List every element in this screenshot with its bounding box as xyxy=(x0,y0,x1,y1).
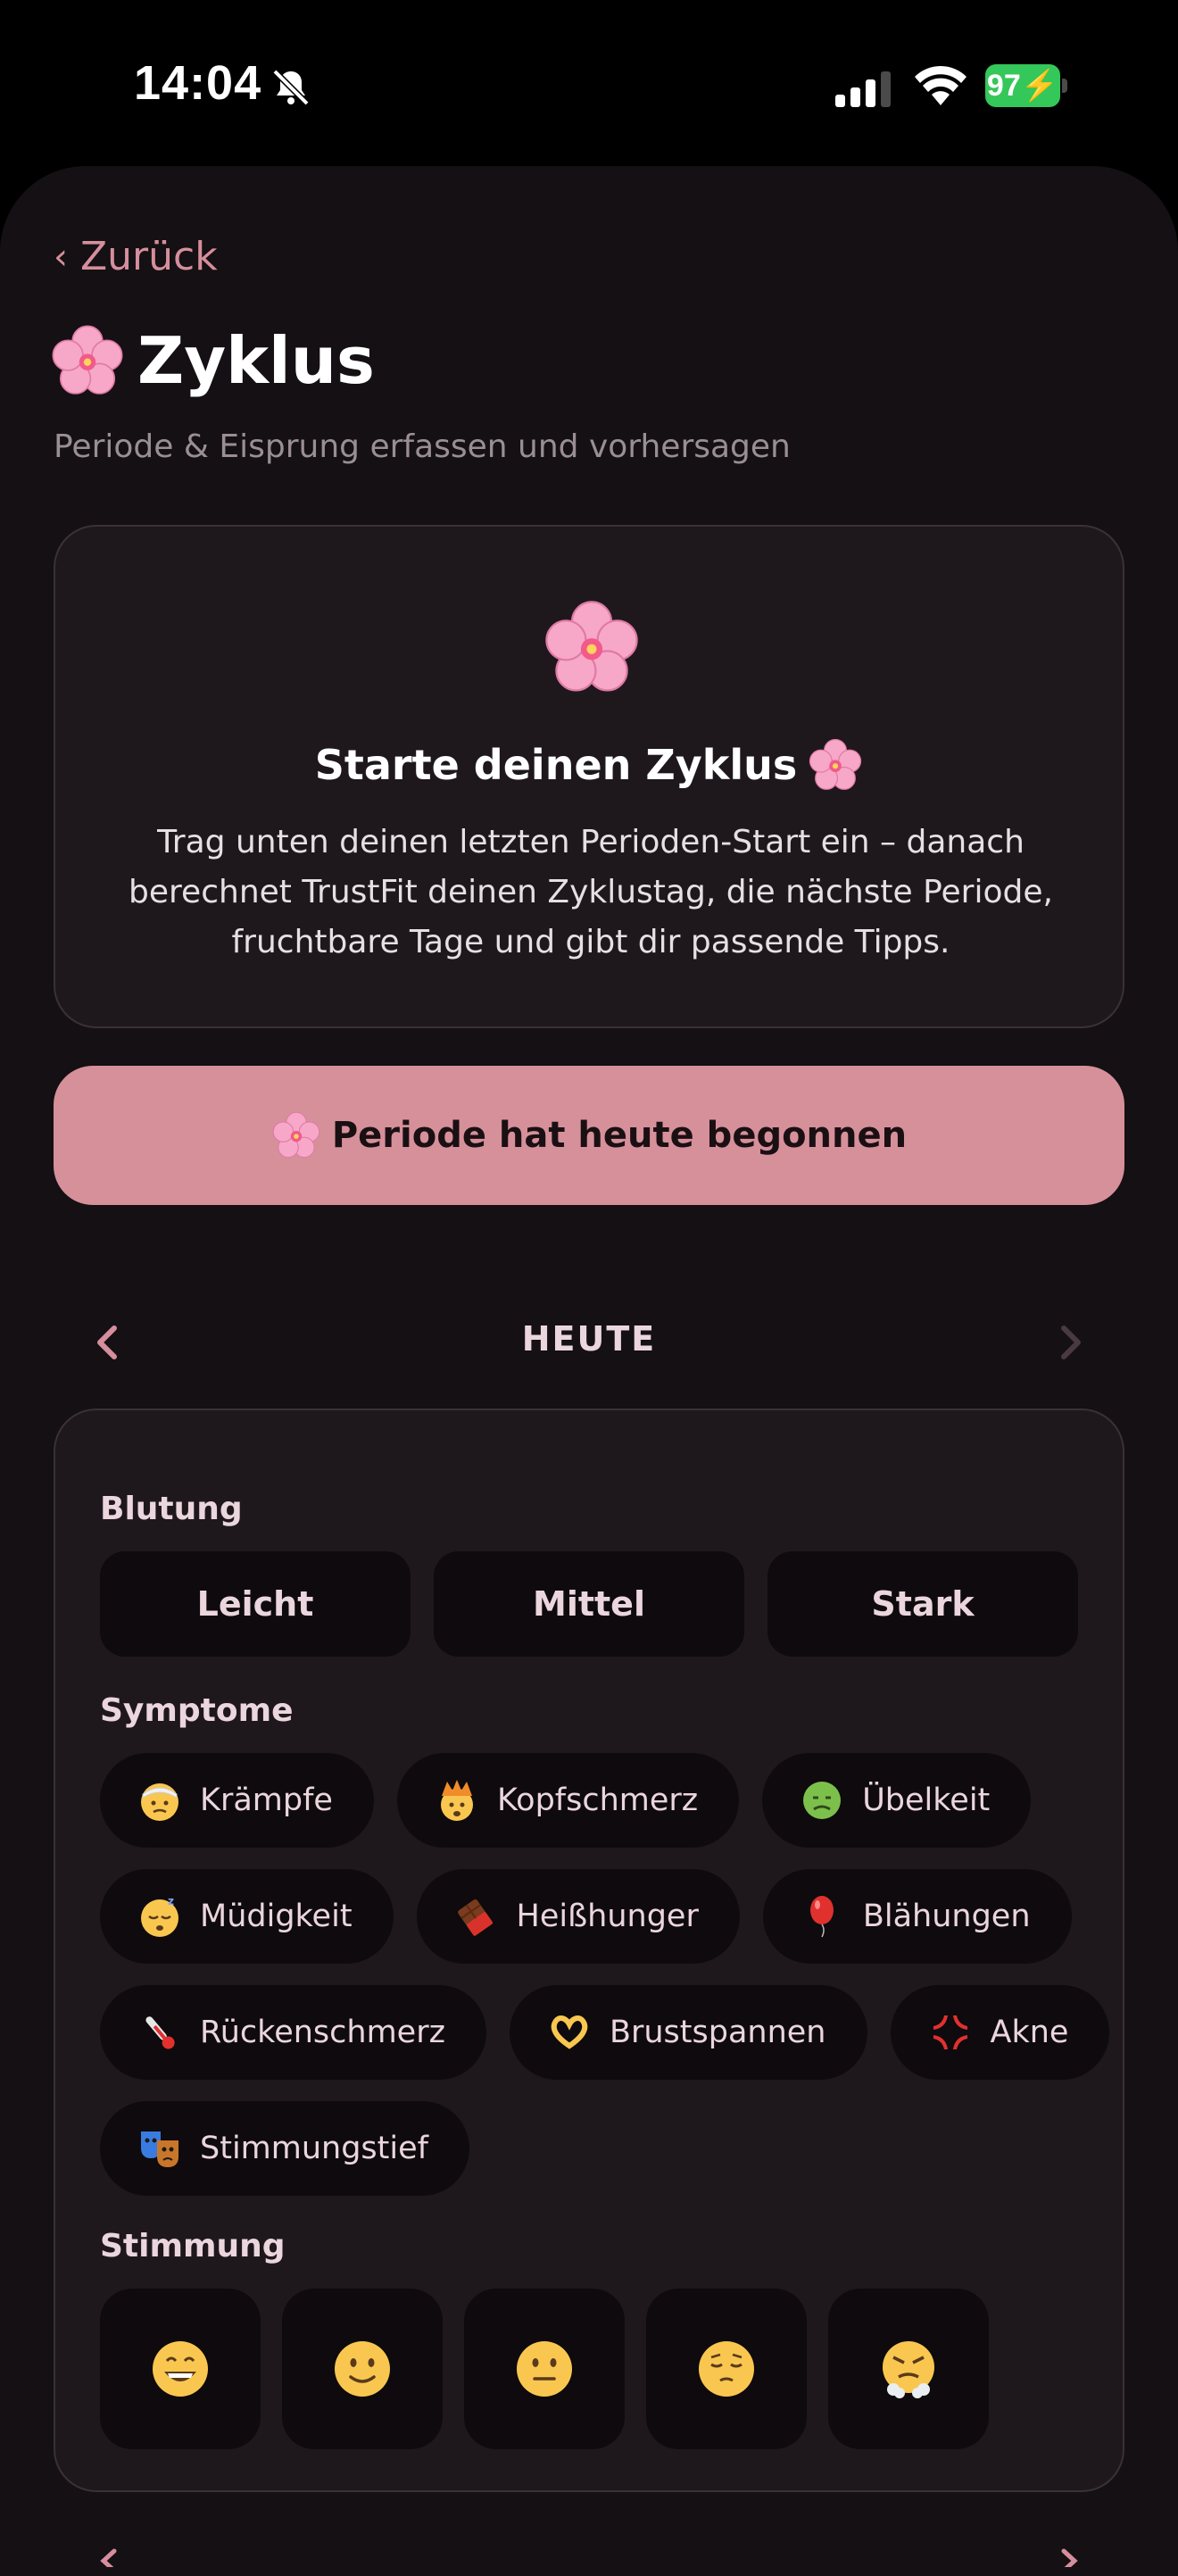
mood-label: Stimmung xyxy=(100,2228,286,2264)
svg-text:z: z xyxy=(168,1895,174,1907)
bandaged-face-icon xyxy=(141,1783,178,1821)
mood-angry-button[interactable] xyxy=(828,2289,989,2449)
bell-slash-icon xyxy=(272,69,310,106)
back-label: Zurück xyxy=(80,234,218,279)
symptom-chip-bloating[interactable]: Blähungen xyxy=(762,1869,1072,1964)
intro-text: Trag unten deinen letzten Perioden-Start… xyxy=(129,824,1053,960)
battery-charging-icon: 97 ⚡ xyxy=(985,64,1067,107)
flow-medium-button[interactable]: Mittel xyxy=(434,1551,744,1657)
battery-level: 97 ⚡ xyxy=(985,64,1060,107)
chocolate-bar-icon xyxy=(457,1899,493,1936)
chevron-right-icon[interactable] xyxy=(1053,1323,1089,1362)
flow-light-button[interactable]: Leicht xyxy=(100,1551,411,1657)
day-navigator: HEUTE xyxy=(54,1307,1124,1378)
month-navigator-peek xyxy=(0,2531,1178,2567)
nauseated-face-icon xyxy=(803,1782,842,1819)
exploding-head-icon xyxy=(440,1780,473,1821)
cherry-blossom-icon xyxy=(272,1111,320,1159)
symptom-chip-fatigue[interactable]: z Müdigkeit xyxy=(100,1869,394,1964)
cherry-blossom-icon xyxy=(52,325,123,395)
mood-options xyxy=(100,2289,989,2449)
chevron-left-icon[interactable] xyxy=(96,2547,121,2567)
title-text: Zyklus xyxy=(137,323,375,398)
symptom-chip-acne[interactable]: Akne xyxy=(890,1985,1110,2080)
balloon-icon xyxy=(809,1896,834,1938)
heart-hands-icon xyxy=(551,2015,588,2049)
mood-great-button[interactable] xyxy=(100,2289,261,2449)
symptoms-label: Symptome xyxy=(100,1692,294,1729)
cherry-blossom-icon xyxy=(545,601,638,692)
intro-card: Starte deinen Zyklus Trag unten deinen l… xyxy=(54,525,1124,1028)
mood-neutral-button[interactable] xyxy=(464,2289,625,2449)
status-time: 14:04 xyxy=(134,56,262,110)
symptom-chip-cravings[interactable]: Heißhunger xyxy=(416,1869,740,1964)
symptom-chip-nausea[interactable]: Übelkeit xyxy=(762,1753,1032,1848)
pensive-face-icon xyxy=(699,2341,754,2397)
symptom-chip-back-pain[interactable]: Rückenschmerz xyxy=(100,1985,486,2080)
day-label: HEUTE xyxy=(521,1319,657,1359)
period-button-label: Periode hat heute begonnen xyxy=(331,1115,908,1156)
daily-log-card: Blutung Leicht Mittel Stark Symptome Krä… xyxy=(54,1408,1124,2492)
status-bar: 14:04 97 ⚡ xyxy=(0,0,1178,170)
slightly-smiling-face-icon xyxy=(335,2341,390,2397)
chevron-left-icon: ‹ xyxy=(54,236,68,278)
mood-sad-button[interactable] xyxy=(646,2289,807,2449)
symptom-chip-low-mood[interactable]: Stimmungstief xyxy=(100,2101,469,2196)
symptom-chips: Krämpfe Kopfschmerz Übelkeit z Müdigkeit… xyxy=(100,1753,1110,2217)
performing-arts-icon xyxy=(141,2131,178,2167)
flow-options: Leicht Mittel Stark xyxy=(100,1551,1078,1657)
intro-heading: Starte deinen Zyklus xyxy=(55,737,1123,793)
back-button[interactable]: ‹ Zurück xyxy=(54,234,218,279)
thermometer-icon xyxy=(145,2016,175,2049)
mood-good-button[interactable] xyxy=(282,2289,443,2449)
symptom-chip-headache[interactable]: Kopfschmerz xyxy=(396,1753,740,1848)
chevron-right-icon[interactable] xyxy=(1057,2547,1082,2567)
symptom-chip-breast-tenderness[interactable]: Brustspannen xyxy=(509,1985,867,2080)
symptom-chip-cramps[interactable]: Krämpfe xyxy=(100,1753,374,1848)
flow-heavy-button[interactable]: Stark xyxy=(767,1551,1078,1657)
neutral-face-icon xyxy=(517,2341,572,2397)
huffing-face-icon xyxy=(883,2341,934,2398)
sleeping-face-icon: z xyxy=(141,1895,178,1937)
signal-icon xyxy=(835,71,891,107)
page-title: Zyklus xyxy=(50,323,375,398)
anger-symbol-icon xyxy=(933,2015,967,2049)
period-started-button[interactable]: Periode hat heute begonnen xyxy=(54,1066,1124,1205)
flow-label: Blutung xyxy=(100,1491,243,1527)
grinning-face-icon xyxy=(153,2341,208,2397)
wifi-icon xyxy=(915,65,966,105)
cherry-blossom-icon xyxy=(809,738,862,790)
page-subtitle: Periode & Eisprung erfassen und vorhersa… xyxy=(54,428,791,465)
